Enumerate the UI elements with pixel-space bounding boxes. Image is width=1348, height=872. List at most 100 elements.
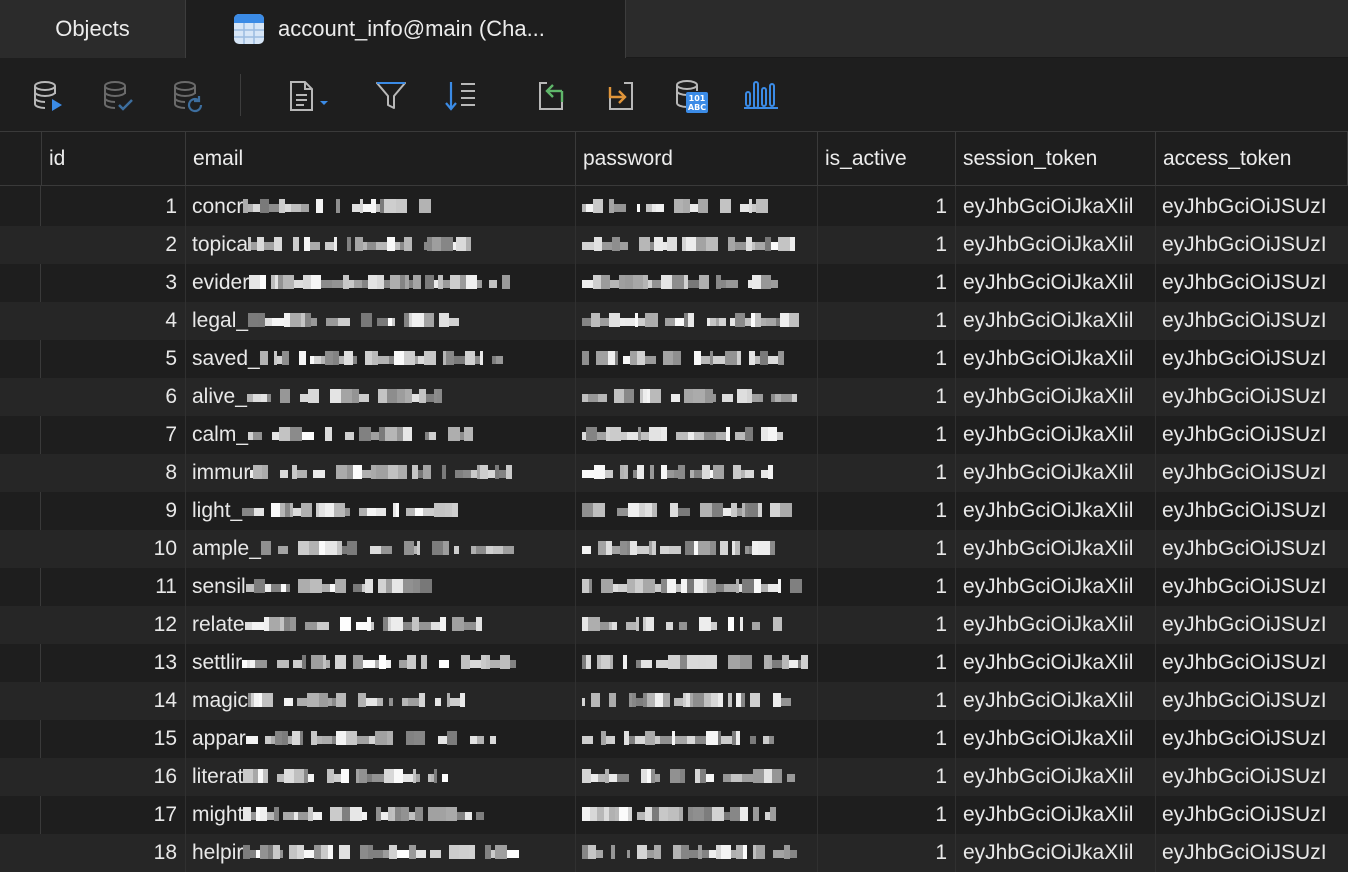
cell-session-token[interactable]: eyJhbGciOiJkaXIil xyxy=(955,644,1155,682)
cell-access-token[interactable]: eyJhbGciOiJSUzI xyxy=(1155,606,1348,644)
cell-access-token[interactable]: eyJhbGciOiJSUzI xyxy=(1155,264,1348,302)
cell-email[interactable]: concr xyxy=(185,188,575,226)
cell-email[interactable]: immur xyxy=(185,454,575,492)
cell-email[interactable]: topica xyxy=(185,226,575,264)
cell-password[interactable] xyxy=(575,530,817,568)
cell-access-token[interactable]: eyJhbGciOiJSUzI xyxy=(1155,682,1348,720)
cell-id[interactable]: 8 xyxy=(41,454,185,492)
cell-is-active[interactable]: 1 xyxy=(817,188,955,226)
column-header-password[interactable]: password xyxy=(575,132,817,186)
cell-email[interactable]: calm_ xyxy=(185,416,575,454)
cell-id[interactable]: 1 xyxy=(41,188,185,226)
cell-password[interactable] xyxy=(575,568,817,606)
cell-session-token[interactable]: eyJhbGciOiJkaXIil xyxy=(955,606,1155,644)
cell-access-token[interactable]: eyJhbGciOiJSUzI xyxy=(1155,568,1348,606)
table-row[interactable]: 12 relate 1 eyJhbGciOiJkaXIil eyJhbGciOiJSUz… xyxy=(0,606,1348,644)
cell-id[interactable]: 2 xyxy=(41,226,185,264)
column-header-id[interactable]: id xyxy=(41,132,185,186)
cell-password[interactable] xyxy=(575,378,817,416)
cell-password[interactable] xyxy=(575,454,817,492)
cell-email[interactable]: literat xyxy=(185,758,575,796)
cell-is-active[interactable]: 1 xyxy=(817,834,955,872)
column-header-email[interactable]: email xyxy=(185,132,575,186)
tab-objects[interactable]: Objects xyxy=(0,0,186,58)
cell-is-active[interactable]: 1 xyxy=(817,226,955,264)
commit-button[interactable] xyxy=(100,78,136,114)
cell-access-token[interactable]: eyJhbGciOiJSUzI xyxy=(1155,454,1348,492)
cell-is-active[interactable]: 1 xyxy=(817,606,955,644)
cell-is-active[interactable]: 1 xyxy=(817,454,955,492)
cell-email[interactable]: evider xyxy=(185,264,575,302)
cell-is-active[interactable]: 1 xyxy=(817,568,955,606)
cell-id[interactable]: 6 xyxy=(41,378,185,416)
cell-id[interactable]: 10 xyxy=(41,530,185,568)
cell-session-token[interactable]: eyJhbGciOiJkaXIil xyxy=(955,302,1155,340)
cell-is-active[interactable]: 1 xyxy=(817,644,955,682)
table-row[interactable]: 15 appar 1 eyJhbGciOiJkaXIil eyJhbGciOiJSUzI xyxy=(0,720,1348,758)
tab-account-info[interactable]: account_info@main (Cha... xyxy=(186,0,626,58)
cell-access-token[interactable]: eyJhbGciOiJSUzI xyxy=(1155,340,1348,378)
run-query-button[interactable] xyxy=(30,78,66,114)
cell-email[interactable]: relate xyxy=(185,606,575,644)
cell-session-token[interactable]: eyJhbGciOiJkaXIil xyxy=(955,188,1155,226)
cell-email[interactable]: might xyxy=(185,796,575,834)
cell-access-token[interactable]: eyJhbGciOiJSUzI xyxy=(1155,530,1348,568)
cell-id[interactable]: 17 xyxy=(41,796,185,834)
cell-password[interactable] xyxy=(575,340,817,378)
cell-access-token[interactable]: eyJhbGciOiJSUzI xyxy=(1155,302,1348,340)
cell-access-token[interactable]: eyJhbGciOiJSUzI xyxy=(1155,492,1348,530)
cell-email[interactable]: helpir xyxy=(185,834,575,872)
cell-is-active[interactable]: 1 xyxy=(817,378,955,416)
cell-is-active[interactable]: 1 xyxy=(817,796,955,834)
import-button[interactable] xyxy=(533,78,569,114)
cell-session-token[interactable]: eyJhbGciOiJkaXIil xyxy=(955,454,1155,492)
cell-email[interactable]: appar xyxy=(185,720,575,758)
cell-access-token[interactable]: eyJhbGciOiJSUzI xyxy=(1155,720,1348,758)
cell-access-token[interactable]: eyJhbGciOiJSUzI xyxy=(1155,796,1348,834)
cell-id[interactable]: 12 xyxy=(41,606,185,644)
column-header-session-token[interactable]: session_token xyxy=(955,132,1155,186)
cell-id[interactable]: 15 xyxy=(41,720,185,758)
table-row[interactable]: 3 evider 1 eyJhbGciOiJkaXIil eyJhbGciOiJSUzI xyxy=(0,264,1348,302)
cell-access-token[interactable]: eyJhbGciOiJSUzI xyxy=(1155,758,1348,796)
table-row[interactable]: 11 sensil 1 eyJhbGciOiJkaXIil eyJhbGciOiJSUz… xyxy=(0,568,1348,606)
table-row[interactable]: 9 light_ 1 eyJhbGciOiJkaXIil eyJhbGciOiJSUzI xyxy=(0,492,1348,530)
cell-password[interactable] xyxy=(575,302,817,340)
table-row[interactable]: 17 might 1 eyJhbGciOiJkaXIil eyJhbGciOiJSUzI xyxy=(0,796,1348,834)
chart-button[interactable] xyxy=(743,78,779,114)
cell-password[interactable] xyxy=(575,720,817,758)
cell-session-token[interactable]: eyJhbGciOiJkaXIil xyxy=(955,758,1155,796)
cell-access-token[interactable]: eyJhbGciOiJSUzI xyxy=(1155,226,1348,264)
cell-password[interactable] xyxy=(575,682,817,720)
table-row[interactable]: 18 helpir 1 eyJhbGciOiJkaXIil eyJhbGciOiJSUz… xyxy=(0,834,1348,872)
cell-session-token[interactable]: eyJhbGciOiJkaXIil xyxy=(955,416,1155,454)
cell-password[interactable] xyxy=(575,416,817,454)
table-row[interactable]: 4 legal_ 1 eyJhbGciOiJkaXIil eyJhbGciOiJSUzI xyxy=(0,302,1348,340)
table-row[interactable]: 7 calm_ 1 eyJhbGciOiJkaXIil eyJhbGciOiJSUzI xyxy=(0,416,1348,454)
cell-email[interactable]: alive_ xyxy=(185,378,575,416)
cell-password[interactable] xyxy=(575,644,817,682)
cell-is-active[interactable]: 1 xyxy=(817,758,955,796)
cell-access-token[interactable]: eyJhbGciOiJSUzI xyxy=(1155,188,1348,226)
rollback-button[interactable] xyxy=(170,78,206,114)
cell-session-token[interactable]: eyJhbGciOiJkaXIil xyxy=(955,378,1155,416)
cell-session-token[interactable]: eyJhbGciOiJkaXIil xyxy=(955,530,1155,568)
cell-email[interactable]: saved_ xyxy=(185,340,575,378)
cell-session-token[interactable]: eyJhbGciOiJkaXIil xyxy=(955,834,1155,872)
table-row[interactable]: 13 settlir 1 eyJhbGciOiJkaXIil eyJhbGciOiJSU… xyxy=(0,644,1348,682)
cell-password[interactable] xyxy=(575,226,817,264)
cell-session-token[interactable]: eyJhbGciOiJkaXIil xyxy=(955,682,1155,720)
table-row[interactable]: 2 topica 1 eyJhbGciOiJkaXIil eyJhbGciOiJSUzI xyxy=(0,226,1348,264)
column-header-access-token[interactable]: access_token xyxy=(1155,132,1348,186)
cell-id[interactable]: 13 xyxy=(41,644,185,682)
cell-access-token[interactable]: eyJhbGciOiJSUzI xyxy=(1155,378,1348,416)
cell-is-active[interactable]: 1 xyxy=(817,416,955,454)
cell-id[interactable]: 16 xyxy=(41,758,185,796)
cell-is-active[interactable]: 1 xyxy=(817,264,955,302)
cell-password[interactable] xyxy=(575,606,817,644)
cell-password[interactable] xyxy=(575,188,817,226)
sort-button[interactable] xyxy=(443,78,479,114)
cell-session-token[interactable]: eyJhbGciOiJkaXIil xyxy=(955,226,1155,264)
cell-password[interactable] xyxy=(575,834,817,872)
table-row[interactable]: 10 ample_ 1 eyJhbGciOiJkaXIil eyJhbGciOiJSUz… xyxy=(0,530,1348,568)
